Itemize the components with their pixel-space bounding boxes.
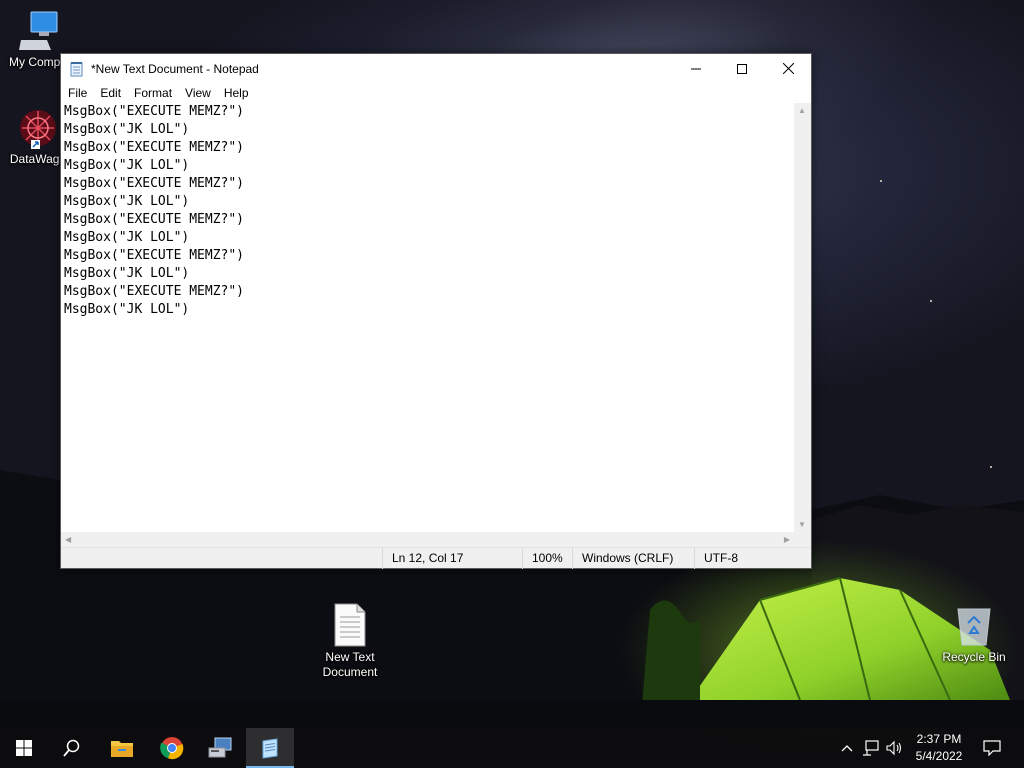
status-bar: Ln 12, Col 17 100% Windows (CRLF) UTF-8	[61, 547, 811, 569]
search-icon	[63, 739, 80, 757]
status-zoom: 100%	[522, 548, 572, 569]
menu-format[interactable]: Format	[129, 86, 177, 100]
start-button[interactable]	[0, 728, 48, 768]
taskbar-chrome[interactable]	[148, 728, 196, 768]
text-document-icon	[334, 603, 366, 647]
menu-bar: File Edit Format View Help	[61, 83, 811, 103]
menu-edit[interactable]: Edit	[95, 86, 126, 100]
notepad-icon	[69, 61, 85, 77]
network-icon	[863, 740, 879, 756]
datawago-icon	[20, 110, 56, 149]
taskbar: 2:37 PM 5/4/2022	[0, 728, 1024, 768]
tray-volume[interactable]	[884, 728, 906, 768]
maximize-icon	[737, 63, 747, 74]
computer-icon	[19, 11, 58, 50]
taskbar-file-explorer[interactable]	[98, 728, 146, 768]
scroll-right-icon[interactable]: ▶	[784, 535, 790, 544]
menu-file[interactable]: File	[63, 86, 92, 100]
text-editor[interactable]: MsgBox("EXECUTE MEMZ?") MsgBox("JK LOL")…	[64, 103, 794, 531]
notepad-icon	[262, 738, 278, 759]
star	[880, 180, 882, 182]
status-line-ending: Windows (CRLF)	[572, 548, 694, 569]
vertical-scrollbar[interactable]: ▲ ▼	[794, 103, 811, 532]
taskbar-notepad[interactable]	[246, 728, 294, 768]
notification-icon	[983, 740, 1001, 756]
desktop-icon-label: Recycle Bin	[942, 650, 1006, 664]
network-computer-icon	[208, 737, 232, 758]
chrome-icon	[160, 737, 184, 760]
menu-help[interactable]: Help	[219, 86, 254, 100]
scroll-up-icon[interactable]: ▲	[798, 106, 806, 115]
notepad-window[interactable]: *New Text Document - Notepad File Edit F…	[60, 53, 812, 569]
clock-date: 5/4/2022	[915, 749, 963, 763]
desktop-icon-recycle-bin[interactable]: Recycle Bin	[936, 603, 1012, 665]
start-icon	[16, 740, 32, 756]
editor-area[interactable]: MsgBox("EXECUTE MEMZ?") MsgBox("JK LOL")…	[61, 103, 811, 550]
minimize-button[interactable]	[673, 54, 719, 83]
window-title: *New Text Document - Notepad	[91, 61, 259, 76]
file-explorer-icon	[111, 741, 133, 757]
volume-icon	[886, 740, 902, 756]
action-center-button[interactable]	[978, 728, 1006, 768]
star	[930, 300, 932, 302]
title-bar[interactable]: *New Text Document - Notepad	[61, 54, 811, 83]
scroll-down-icon[interactable]: ▼	[798, 520, 806, 529]
taskbar-network-computer[interactable]	[196, 728, 244, 768]
minimize-icon	[691, 68, 701, 69]
tray-show-hidden[interactable]	[838, 728, 856, 768]
chevron-up-icon	[841, 745, 853, 752]
window-controls	[673, 54, 811, 83]
close-button[interactable]	[765, 54, 811, 83]
taskbar-clock[interactable]: 2:37 PM 5/4/2022	[908, 731, 970, 765]
desktop-icon-new-text-document[interactable]: New Text Document	[312, 603, 388, 680]
clock-time: 2:37 PM	[916, 732, 962, 746]
scroll-left-icon[interactable]: ◀	[65, 535, 71, 544]
status-encoding: UTF-8	[694, 548, 811, 569]
search-button[interactable]	[48, 728, 96, 768]
desktop-icon-label: New Text Document	[322, 650, 378, 679]
star	[990, 466, 992, 468]
menu-view[interactable]: View	[180, 86, 216, 100]
maximize-button[interactable]	[719, 54, 765, 83]
status-cursor-position: Ln 12, Col 17	[382, 548, 522, 569]
tray-network[interactable]	[860, 728, 882, 768]
recycle-bin-icon	[957, 608, 991, 646]
close-icon	[782, 63, 794, 74]
